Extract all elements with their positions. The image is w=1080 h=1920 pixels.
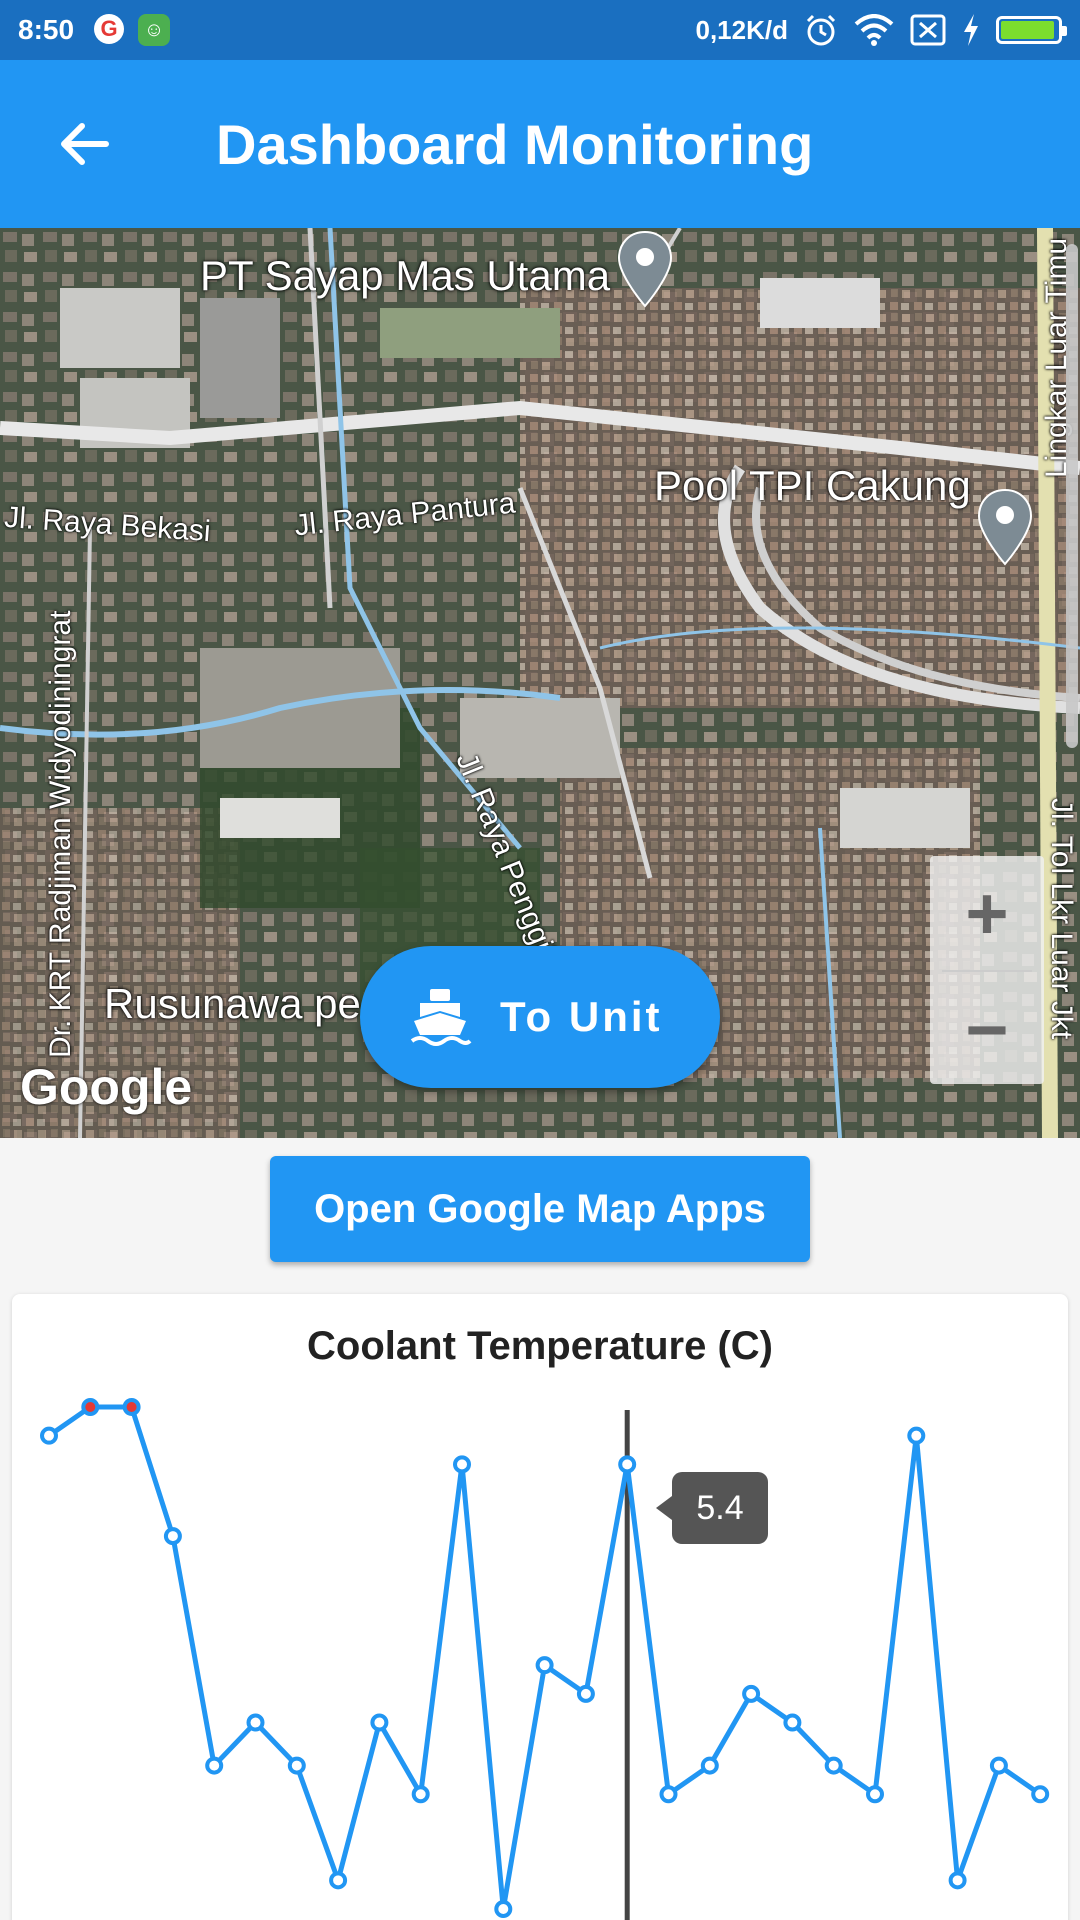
- status-system-icons: 0,12K/d: [695, 13, 1067, 47]
- charging-icon: [964, 14, 978, 46]
- data-point[interactable]: [163, 1527, 182, 1546]
- data-point[interactable]: [287, 1756, 306, 1775]
- place-label-pt-sayap-mas-utama: PT Sayap Mas Utama: [200, 252, 611, 299]
- data-point[interactable]: [700, 1756, 719, 1775]
- data-point[interactable]: [1031, 1785, 1050, 1804]
- place-label-pool-tpi-cakung: Pool TPI Cakung: [654, 462, 971, 509]
- road-label: Dr. KRT Radjiman Widyodiningrat: [44, 610, 77, 1058]
- ship-icon: [410, 989, 472, 1046]
- chart-tooltip: 5.4: [656, 1472, 768, 1544]
- coolant-temperature-chart-card: Coolant Temperature (C) 5.4: [12, 1294, 1068, 1920]
- data-point[interactable]: [246, 1713, 265, 1732]
- map-edge-indicator: [1066, 244, 1078, 748]
- status-time: 8:50: [18, 14, 75, 45]
- place-pin-icon[interactable]: [976, 488, 1034, 566]
- zoom-in-button[interactable]: +: [930, 856, 1044, 970]
- status-notification-icons: G ☺: [94, 14, 171, 46]
- data-point[interactable]: [411, 1785, 430, 1804]
- data-point[interactable]: [370, 1713, 389, 1732]
- back-button[interactable]: [24, 84, 144, 204]
- data-point[interactable]: [948, 1871, 967, 1890]
- data-point[interactable]: [989, 1756, 1008, 1775]
- arrow-back-icon: [61, 123, 109, 165]
- data-point[interactable]: [494, 1900, 513, 1918]
- alarm-icon: [806, 14, 836, 46]
- data-point[interactable]: [122, 1398, 141, 1416]
- data-point[interactable]: [81, 1398, 100, 1416]
- data-point[interactable]: [618, 1455, 637, 1474]
- data-point[interactable]: [40, 1426, 58, 1445]
- sim-off-icon: [910, 14, 946, 46]
- page-title: Dashboard Monitoring: [216, 112, 814, 176]
- cat-app-icon: ☺: [138, 14, 171, 46]
- data-point[interactable]: [866, 1785, 884, 1804]
- open-google-map-button[interactable]: Open Google Map Apps: [270, 1156, 810, 1262]
- map-view[interactable]: PT Sayap Mas Utama Pool TPI Cakung Rusun…: [0, 228, 1080, 1138]
- data-point[interactable]: [205, 1756, 224, 1775]
- data-point[interactable]: [824, 1756, 843, 1775]
- battery-icon: [996, 16, 1067, 44]
- data-point[interactable]: [783, 1713, 802, 1732]
- data-point[interactable]: [576, 1684, 595, 1703]
- to-unit-button[interactable]: To Unit: [360, 946, 720, 1088]
- app-bar: Dashboard Monitoring: [0, 60, 1080, 228]
- road-label: Jl. Tol Lkr Luar Jkt: [1045, 798, 1078, 1040]
- data-point[interactable]: [907, 1426, 926, 1445]
- status-bar: 8:50 G ☺ 0,12K/d: [0, 0, 1080, 60]
- zoom-out-button[interactable]: −: [930, 972, 1044, 1086]
- data-point[interactable]: [742, 1684, 761, 1703]
- line-chart[interactable]: [12, 1294, 1068, 1920]
- data-point[interactable]: [453, 1455, 471, 1474]
- data-point[interactable]: [329, 1871, 348, 1890]
- google-logo: Google: [20, 1059, 193, 1115]
- place-label-rusunawa: Rusunawa pe: [104, 980, 361, 1027]
- google-icon: G: [94, 14, 125, 44]
- data-point[interactable]: [659, 1785, 678, 1804]
- zoom-controls: + −: [930, 856, 1044, 1084]
- place-pin-icon[interactable]: [616, 230, 674, 308]
- wifi-icon: [854, 14, 894, 46]
- network-speed: 0,12K/d: [695, 14, 789, 45]
- data-point[interactable]: [535, 1656, 554, 1675]
- to-unit-label: To Unit: [500, 993, 663, 1040]
